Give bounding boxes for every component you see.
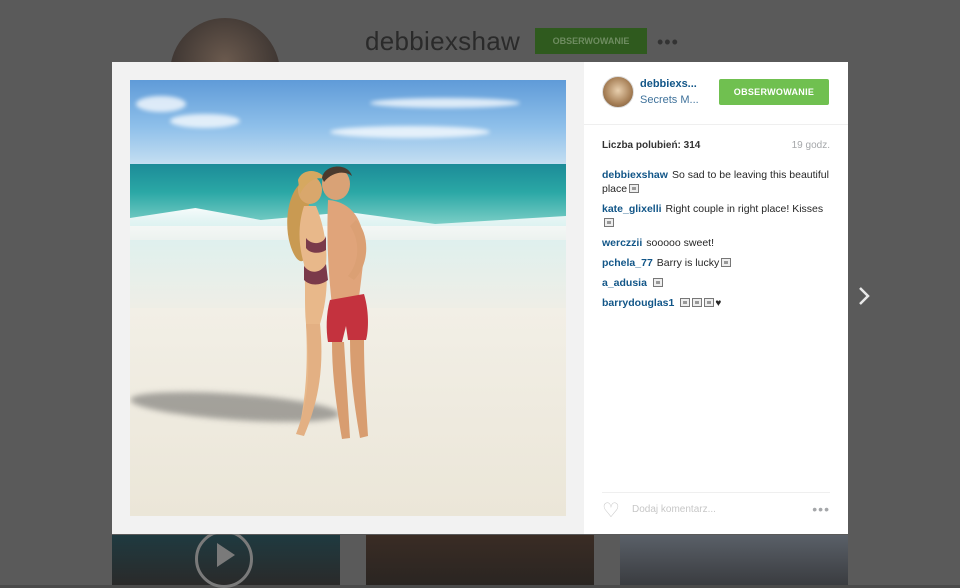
comment-item: debbiexshaw So sad to be leaving this bea… [602,168,830,196]
comment-username[interactable]: kate_glixelli [602,203,662,215]
comments-list: debbiexshaw So sad to be leaving this bea… [602,168,830,317]
chevron-right-icon[interactable] [852,286,876,310]
emoji-icon [629,184,640,193]
comment-item: pchela_77 Barry is lucky [602,256,830,270]
post-time[interactable]: 19 godz. [792,140,830,151]
profile-more-icon[interactable]: ••• [657,32,679,53]
play-triangle-icon [217,543,235,567]
comment-input[interactable] [630,503,794,516]
profile-follow-button[interactable]: OBSERWOWANIE [535,28,647,54]
likes-count[interactable]: Liczba polubień: 314 [602,140,700,151]
grid-thumbnail[interactable] [620,535,848,585]
photo-cloud [370,98,520,108]
comment-username[interactable]: a_adusia [602,277,647,289]
photo-panel [112,62,584,534]
comment-username[interactable]: debbiexshaw [602,169,668,181]
follow-button[interactable]: OBSERWOWANIE [719,79,829,105]
profile-username: debbiexshaw [365,26,521,56]
post-side-panel: debbiexs... Secrets M... OBSERWOWANIE Li… [584,62,848,534]
comment-item: barrydouglas1 ♥ [602,296,830,311]
emoji-icon [721,258,732,267]
emoji-icon [680,298,691,307]
comment-text: Right couple in right place! Kisses [665,203,824,215]
emoji-icon [704,298,715,307]
post-location[interactable]: Secrets M... [640,94,699,106]
photo-cloud [170,114,240,128]
comment-username[interactable]: pchela_77 [602,257,653,269]
comment-username[interactable]: barrydouglas1 [602,297,674,309]
more-options-icon[interactable]: ••• [812,501,830,517]
post-username[interactable]: debbiexs... [640,78,697,90]
comment-username[interactable]: werczzii [602,237,642,249]
grid-thumbnail[interactable] [366,535,594,585]
post-photo[interactable] [130,80,566,516]
photo-cloud [330,126,490,138]
comment-item: werczzii sooooo sweet! [602,236,830,250]
emoji-icon [652,278,663,287]
comment-item: kate_glixelli Right couple in right place… [602,202,830,230]
comment-text: Barry is lucky [656,257,720,269]
avatar[interactable] [602,76,634,108]
post-stats: Liczba polubień: 314 19 godz. [602,140,830,151]
heart-emoji-icon: ♥ [715,298,722,309]
heart-icon[interactable]: ♡ [602,501,620,521]
post-footer: ♡ ••• [602,492,830,523]
photo-cloud [136,96,186,112]
emoji-icon [604,218,614,227]
post-modal: debbiexs... Secrets M... OBSERWOWANIE Li… [112,62,848,534]
comment-text: sooooo sweet! [646,237,714,249]
post-header: debbiexs... Secrets M... OBSERWOWANIE [584,62,848,125]
emoji-icon [692,298,703,307]
comment-item: a_adusia [602,276,830,290]
couple-figure [287,166,368,439]
